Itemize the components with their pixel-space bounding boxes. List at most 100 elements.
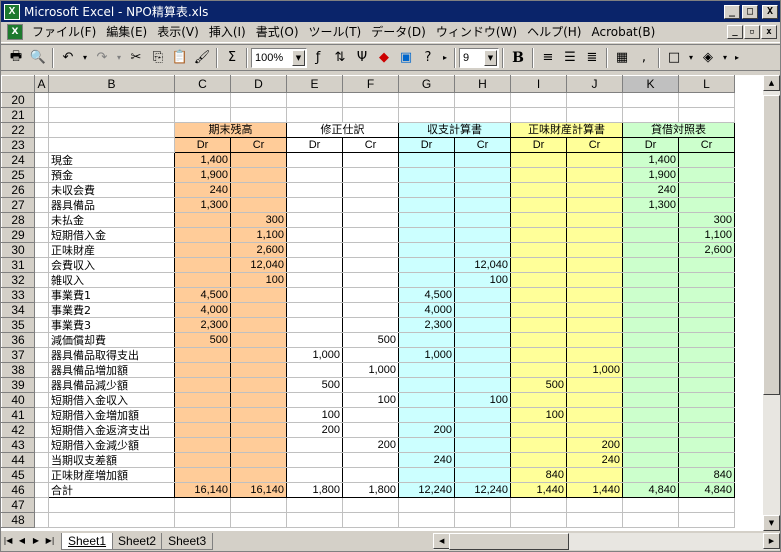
menu-help[interactable]: ヘルプ(H) (522, 23, 586, 42)
value-cell[interactable] (622, 377, 679, 393)
cell[interactable] (510, 92, 567, 108)
value-cell[interactable] (342, 227, 399, 243)
value-cell[interactable] (286, 212, 343, 228)
select-all-corner[interactable] (1, 75, 35, 93)
redo-icon[interactable]: ↷ (91, 47, 113, 69)
value-cell[interactable] (230, 437, 287, 453)
value-cell[interactable] (678, 197, 735, 213)
column-header-l[interactable]: L (678, 75, 735, 93)
column-header-f[interactable]: F (342, 75, 399, 93)
account-label-cell[interactable]: 正味財産 (48, 242, 175, 258)
value-cell[interactable] (454, 377, 511, 393)
account-label-cell[interactable] (48, 137, 175, 153)
value-cell[interactable] (286, 167, 343, 183)
dr-header-cell[interactable]: Dr (510, 137, 567, 153)
value-cell[interactable]: 1,800 (342, 482, 399, 498)
value-cell[interactable] (622, 452, 679, 468)
value-cell[interactable] (454, 452, 511, 468)
cell[interactable] (622, 497, 679, 513)
cell[interactable] (566, 512, 623, 528)
cell[interactable] (34, 242, 49, 258)
spreadsheet-table[interactable]: ABCDEFGHIJKL 20 21 22 期末残高 修正仕訳 収支計算書 正味財産計算書貸… (1, 75, 735, 528)
font-size-select[interactable]: 9 ▼ (459, 47, 499, 68)
cell[interactable] (34, 512, 49, 528)
value-cell[interactable] (678, 452, 735, 468)
value-cell[interactable]: 1,800 (286, 482, 343, 498)
cell[interactable] (230, 92, 287, 108)
value-cell[interactable] (286, 287, 343, 303)
value-cell[interactable] (566, 197, 623, 213)
value-cell[interactable] (174, 407, 231, 423)
dr-header-cell[interactable]: Dr (174, 137, 231, 153)
value-cell[interactable]: 4,000 (398, 302, 455, 318)
column-header-j[interactable]: J (566, 75, 623, 93)
menu-view[interactable]: 表示(V) (152, 23, 204, 42)
value-cell[interactable] (566, 287, 623, 303)
account-label-cell[interactable]: 事業費1 (48, 287, 175, 303)
value-cell[interactable] (566, 347, 623, 363)
row-header[interactable]: 22 (1, 122, 35, 138)
value-cell[interactable] (398, 377, 455, 393)
value-cell[interactable] (454, 422, 511, 438)
value-cell[interactable] (678, 182, 735, 198)
value-cell[interactable]: 100 (230, 272, 287, 288)
value-cell[interactable] (622, 257, 679, 273)
value-cell[interactable] (566, 257, 623, 273)
cr-header-cell[interactable]: Cr (230, 137, 287, 153)
group-header-cell[interactable]: 貸借対照表 (622, 122, 735, 138)
value-cell[interactable] (342, 257, 399, 273)
value-cell[interactable] (510, 317, 567, 333)
column-header-c[interactable]: C (174, 75, 231, 93)
group-header-cell[interactable]: 期末残高 (174, 122, 287, 138)
value-cell[interactable] (342, 467, 399, 483)
cr-header-cell[interactable]: Cr (342, 137, 399, 153)
value-cell[interactable] (286, 317, 343, 333)
value-cell[interactable] (566, 407, 623, 423)
value-cell[interactable] (510, 287, 567, 303)
account-label-cell[interactable]: 正味財産増加額 (48, 467, 175, 483)
value-cell[interactable] (510, 437, 567, 453)
workbook-icon[interactable]: X (7, 24, 23, 40)
value-cell[interactable] (398, 242, 455, 258)
account-label-cell[interactable]: 短期借入金収入 (48, 392, 175, 408)
value-cell[interactable] (286, 332, 343, 348)
value-cell[interactable]: 840 (678, 467, 735, 483)
row-header[interactable]: 41 (1, 407, 35, 423)
cell[interactable] (342, 512, 399, 528)
value-cell[interactable]: 200 (342, 437, 399, 453)
cell[interactable] (34, 257, 49, 273)
value-cell[interactable] (454, 302, 511, 318)
value-cell[interactable] (398, 362, 455, 378)
cell[interactable] (622, 512, 679, 528)
value-cell[interactable] (286, 452, 343, 468)
account-label-cell[interactable] (48, 107, 175, 123)
cell[interactable] (34, 152, 49, 168)
value-cell[interactable]: 4,500 (398, 287, 455, 303)
workbook-close-button[interactable]: x (761, 25, 777, 39)
cell[interactable] (174, 92, 231, 108)
value-cell[interactable]: 1,000 (342, 362, 399, 378)
scroll-up-icon[interactable]: ▲ (763, 75, 780, 91)
chevron-down-icon[interactable]: ▼ (484, 49, 497, 66)
value-cell[interactable] (398, 407, 455, 423)
value-cell[interactable] (510, 257, 567, 273)
value-cell[interactable] (342, 407, 399, 423)
paste-icon[interactable]: 📋 (169, 47, 191, 69)
value-cell[interactable] (622, 332, 679, 348)
value-cell[interactable] (342, 317, 399, 333)
scroll-right-icon[interactable]: ▶ (763, 532, 780, 549)
undo-dropdown-icon[interactable]: ▾ (79, 47, 91, 69)
cell[interactable] (286, 497, 343, 513)
value-cell[interactable]: 1,300 (622, 197, 679, 213)
value-cell[interactable] (510, 212, 567, 228)
value-cell[interactable] (622, 272, 679, 288)
cell[interactable] (622, 92, 679, 108)
cell[interactable] (34, 287, 49, 303)
cr-header-cell[interactable]: Cr (454, 137, 511, 153)
help-icon[interactable]: ? (417, 47, 439, 69)
zoom-select[interactable]: 100% ▼ (251, 47, 307, 68)
value-cell[interactable]: 1,400 (622, 152, 679, 168)
value-cell[interactable]: 4,840 (678, 482, 735, 498)
group-header-cell[interactable]: 修正仕訳 (286, 122, 399, 138)
value-cell[interactable] (566, 467, 623, 483)
